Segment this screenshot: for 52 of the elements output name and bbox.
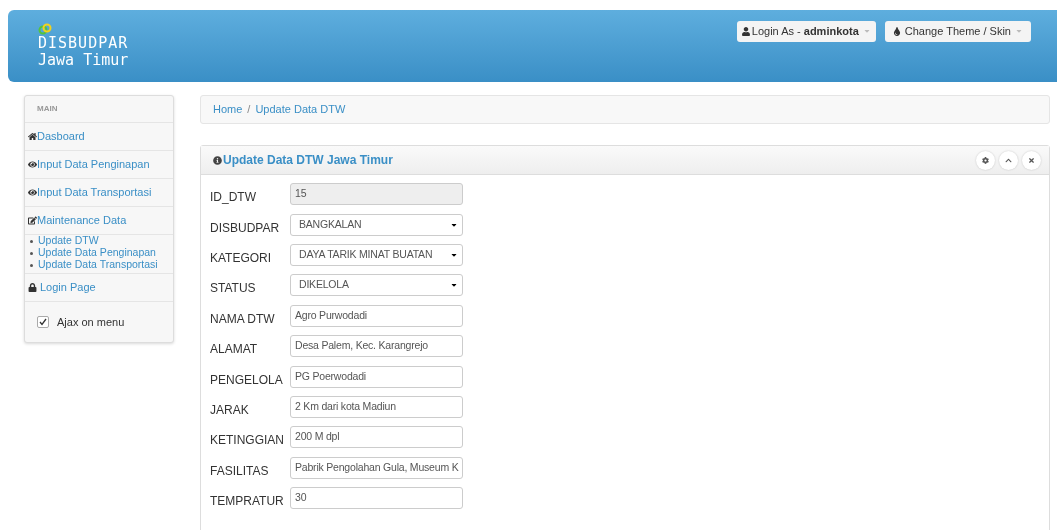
theme-dropdown-button[interactable]: Change Theme / Skin <box>884 20 1031 42</box>
input-field[interactable]: Agro Purwodadi <box>290 304 463 327</box>
bullet-icon <box>30 251 33 255</box>
field-label: FASILITAS <box>210 462 270 480</box>
dropdown[interactable]: DAYA TARIK MINAT BUATAN <box>290 243 463 266</box>
caret-icon <box>1015 27 1023 35</box>
dropdown[interactable]: BANGKALAN <box>290 213 463 236</box>
input-field[interactable]: Pabrik Pengolahan Gula, Museum K <box>290 456 463 479</box>
settings-button[interactable] <box>976 150 995 170</box>
field-label: PENGELOLA <box>210 371 284 389</box>
close-button[interactable] <box>1022 150 1041 170</box>
user-icon <box>741 26 750 36</box>
sidebar-header: MAIN <box>37 103 58 115</box>
field-label: KETINGGIAN <box>210 432 285 450</box>
gear-icon <box>982 156 989 164</box>
bullet-icon <box>30 263 33 267</box>
lock-icon <box>28 283 37 292</box>
rings-logo-icon <box>38 23 52 35</box>
dropdown[interactable]: DIKELOLA <box>290 274 463 297</box>
field-label: DISBUDPAR <box>210 219 281 237</box>
breadcrumb-link[interactable]: Update Data DTW <box>255 101 346 118</box>
input-field[interactable]: 200 M dpl <box>290 426 463 449</box>
field-label: KATEGORI <box>210 249 273 267</box>
field-label: ALAMAT <box>210 341 259 359</box>
id-field[interactable]: 15 <box>290 183 463 206</box>
bullet-icon <box>30 239 33 243</box>
brand-title: DISBUDPAR <box>38 35 129 52</box>
login-dropdown-button[interactable]: Login As - adminkota <box>736 20 876 42</box>
brand-subtitle: Jawa Timur <box>38 52 129 69</box>
field-label: STATUS <box>210 280 257 298</box>
eye-icon <box>28 160 37 169</box>
input-field[interactable]: 30 <box>290 487 463 510</box>
field-label: ID_DTW <box>210 189 257 207</box>
input-field[interactable]: PG Poerwodadi <box>290 365 463 388</box>
drop-icon <box>892 26 901 36</box>
input-field[interactable]: 2 Km dari kota Madiun <box>290 395 463 418</box>
checkbox-label: Ajax on menu <box>57 314 125 330</box>
home-icon <box>28 132 37 141</box>
field-label: TEMPRATUR <box>210 493 285 511</box>
panel-title: Update Data DTW Jawa Timur <box>223 152 393 169</box>
eye-icon <box>28 188 37 197</box>
chevron-up-icon <box>1005 156 1012 164</box>
edit-icon <box>28 216 37 225</box>
field-label: NAMA DTW <box>210 310 276 328</box>
info-icon <box>213 155 222 165</box>
checkbox[interactable] <box>37 316 49 328</box>
input-field[interactable]: Desa Palem, Kec. Karangrejo <box>290 335 463 358</box>
check-icon <box>39 318 47 326</box>
close-icon <box>1028 156 1035 164</box>
caret-icon <box>862 27 871 35</box>
field-label: JARAK <box>210 401 250 419</box>
breadcrumb-separator: / <box>247 102 251 118</box>
